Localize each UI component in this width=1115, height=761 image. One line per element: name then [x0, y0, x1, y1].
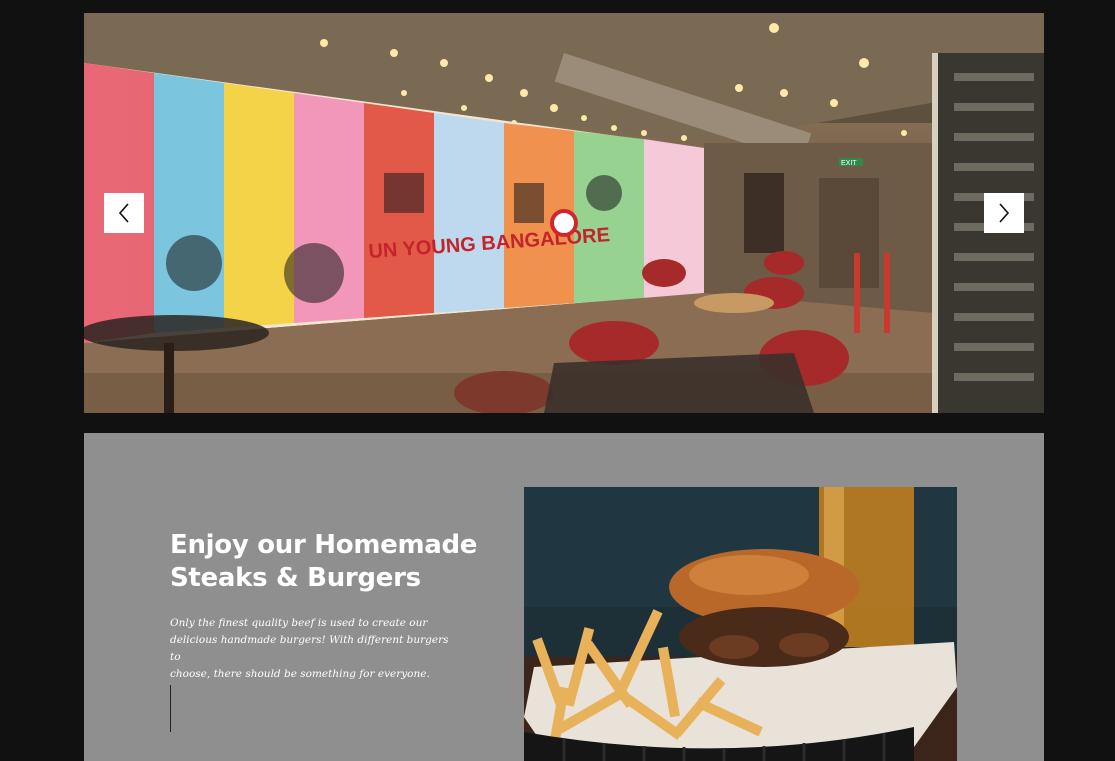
feature-title-line1: Enjoy our Homemade: [170, 530, 478, 560]
feature-text-line2: delicious handmade burgers! With differe…: [170, 634, 449, 663]
slider-next-button[interactable]: [984, 193, 1024, 233]
feature-section: Enjoy our Homemade Steaks & Burgers Only…: [84, 433, 1044, 761]
slider-prev-button[interactable]: [104, 193, 144, 233]
feature-description: Only the finest quality beef is used to …: [170, 615, 460, 683]
decorative-divider: [170, 685, 171, 732]
chevron-left-icon: [118, 203, 129, 223]
feature-text-line3: choose, there should be something for ev…: [170, 668, 430, 680]
hero-slider: EXIT UN YOUNG BANGALORE: [84, 13, 1044, 413]
restaurant-interior-photo: EXIT UN YOUNG BANGALORE: [84, 13, 1044, 413]
feature-title-line2: Steaks & Burgers: [170, 563, 421, 593]
chevron-right-icon: [999, 203, 1010, 223]
feature-title: Enjoy our Homemade Steaks & Burgers: [170, 529, 500, 595]
feature-text-line1: Only the finest quality beef is used to …: [170, 617, 428, 629]
feature-photo: [524, 487, 957, 761]
burger-and-fries-photo: [524, 487, 957, 761]
exit-sign: EXIT: [841, 160, 857, 167]
